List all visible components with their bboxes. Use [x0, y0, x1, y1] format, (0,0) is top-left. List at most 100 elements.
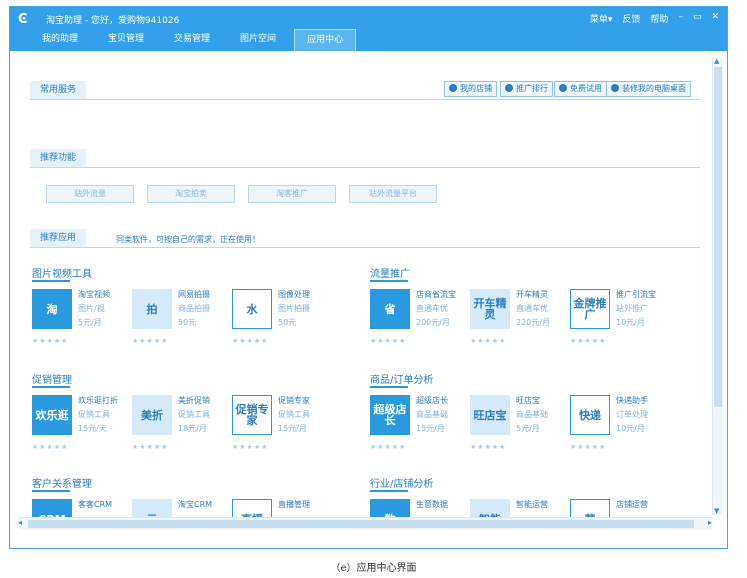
recommended-apps-header: 推荐应用: [30, 229, 87, 247]
app-name[interactable]: 淘宝CRM: [178, 499, 212, 510]
feature-button-1[interactable]: 站外流量: [46, 185, 134, 203]
app-name[interactable]: 图像处理: [278, 289, 310, 300]
tab-app-center[interactable]: 应用中心: [294, 29, 357, 51]
desktop-decor-button[interactable]: 装修我的电脑桌面: [606, 81, 691, 97]
rating-stars-icon: ★★★★★: [232, 337, 269, 345]
app-description: 图片拍摄: [278, 304, 310, 313]
app-name[interactable]: 推广引流宝: [616, 289, 656, 300]
close-icon[interactable]: ✕: [711, 12, 719, 25]
app-name[interactable]: 生意数据: [416, 499, 448, 510]
app-card[interactable]: 拍网易拍摄 商品拍摄 50元 ★★★★★: [132, 289, 232, 353]
rating-stars-icon: ★★★★★: [32, 337, 69, 345]
app-price: 220元/月: [516, 318, 550, 327]
app-card[interactable]: 水图像处理 图片拍摄 50元 ★★★★★: [232, 289, 332, 353]
app-name[interactable]: 美折促销: [178, 395, 210, 406]
app-card[interactable]: 智能智能运营★★★★★: [470, 499, 570, 517]
app-description: 促销工具: [78, 410, 110, 419]
app-name[interactable]: 欢乐逛打折: [78, 395, 118, 406]
app-name[interactable]: 超级店长: [416, 395, 448, 406]
app-icon[interactable]: 智能: [470, 499, 510, 517]
rating-stars-icon: ★★★★★: [32, 443, 69, 451]
tab-image-space[interactable]: 图片空间: [228, 29, 288, 50]
app-name[interactable]: 店铺运营: [616, 499, 648, 510]
app-icon[interactable]: 快递: [570, 395, 610, 435]
category-title: 流量推广: [370, 269, 410, 280]
app-icon[interactable]: 淘: [32, 289, 72, 329]
app-icon[interactable]: 超级店长: [370, 395, 410, 435]
app-name[interactable]: 直播管理: [278, 499, 310, 510]
help-button[interactable]: 帮助: [650, 12, 668, 25]
app-name[interactable]: 淘宝视频: [78, 289, 110, 300]
app-icon[interactable]: 省: [370, 289, 410, 329]
app-icon[interactable]: 促销专家: [232, 395, 272, 435]
app-card[interactable]: 快递 快递助手 订单处理 10元/月 ★★★★★: [570, 395, 670, 459]
app-card[interactable]: 省店商省流宝 直通车优 200元/月 ★★★★★: [370, 289, 470, 353]
app-card[interactable]: 开车精灵 开车精灵 直通车优 220元/月 ★★★★★: [470, 289, 570, 353]
app-icon[interactable]: 金牌推广: [570, 289, 610, 329]
app-card[interactable]: CRM客客CRM★★★★★: [32, 499, 132, 517]
tab-item-management[interactable]: 宝贝管理: [96, 29, 156, 50]
free-trial-button[interactable]: 免费试用: [554, 81, 607, 97]
rating-stars-icon: ★★★★★: [370, 443, 407, 451]
promo-rank-button[interactable]: 推广排行: [500, 81, 553, 97]
tab-my-assistant[interactable]: 我的助理: [30, 29, 90, 50]
app-icon[interactable]: 营: [570, 499, 610, 517]
rating-stars-icon: ★★★★★: [232, 443, 269, 451]
scroll-left-icon[interactable]: ◂: [18, 518, 22, 527]
app-name[interactable]: 促销专家: [278, 395, 310, 406]
feature-button-3[interactable]: 淘客推广: [248, 185, 336, 203]
rank-icon: [505, 84, 513, 92]
app-card[interactable]: 数生意数据★★★★★: [370, 499, 470, 517]
vertical-scrollbar[interactable]: ▲ ▼: [712, 57, 723, 515]
app-card[interactable]: 超级店长 超级店长 商品基础 15元/月 ★★★★★: [370, 395, 470, 459]
app-name[interactable]: 开车精灵: [516, 289, 548, 300]
recommended-features-header: 推荐功能: [30, 149, 87, 167]
horizontal-scrollbar[interactable]: ◂ ▸: [18, 517, 712, 530]
app-card[interactable]: 欢乐逛 欢乐逛打折 促销工具 15元/天 ★★★★★: [32, 395, 132, 459]
my-shop-button[interactable]: 我的店铺: [444, 81, 497, 97]
app-icon[interactable]: 水: [232, 289, 272, 329]
app-description: 图片/视: [78, 304, 105, 313]
trial-icon: [559, 84, 567, 92]
feature-button-4[interactable]: 站外流量平台: [349, 185, 437, 203]
minimize-icon[interactable]: –: [678, 12, 683, 25]
app-card[interactable]: 云淘宝CRM★★★★★: [132, 499, 232, 517]
app-icon[interactable]: 开车精灵: [470, 289, 510, 329]
vertical-scroll-thumb[interactable]: [714, 67, 722, 407]
scroll-up-icon[interactable]: ▲: [714, 57, 719, 65]
app-name[interactable]: 旺店宝: [516, 395, 540, 406]
app-icon[interactable]: 拍: [132, 289, 172, 329]
app-price: 50元: [178, 318, 197, 327]
horizontal-scroll-thumb[interactable]: [28, 520, 694, 528]
maximize-icon[interactable]: ▭: [693, 12, 702, 25]
app-card[interactable]: 金牌推广 推广引流宝 站外推广 10元/月 ★★★★★: [570, 289, 670, 353]
app-card[interactable]: 营店铺运营★★★★★: [570, 499, 670, 517]
app-card[interactable]: 淘淘宝视频图片/视 5元/月 ★★★★★: [32, 289, 132, 353]
app-price: 5元/月: [78, 318, 102, 327]
recommended-apps-note: 同类软件，可按自己的需求，正在使用！: [116, 235, 260, 244]
app-icon[interactable]: 欢乐逛: [32, 395, 72, 435]
app-icon[interactable]: CRM: [32, 499, 72, 517]
app-icon[interactable]: 旺店宝: [470, 395, 510, 435]
feature-button-2[interactable]: 淘宝拍卖: [147, 185, 235, 203]
menu-button[interactable]: 菜单▾: [590, 12, 613, 25]
app-name[interactable]: 智能运营: [516, 499, 548, 510]
app-description: 促销工具: [278, 410, 310, 419]
feedback-button[interactable]: 反馈: [622, 12, 640, 25]
app-icon[interactable]: 直播: [232, 499, 272, 517]
scroll-right-icon[interactable]: ▸: [708, 518, 712, 527]
app-name[interactable]: 店商省流宝: [416, 289, 456, 300]
app-name[interactable]: 网易拍摄: [178, 289, 210, 300]
app-icon[interactable]: 数: [370, 499, 410, 517]
app-card[interactable]: 美折 美折促销 促销工具 18元/月 ★★★★★: [132, 395, 232, 459]
app-icon[interactable]: 美折: [132, 395, 172, 435]
app-card[interactable]: 促销专家 促销专家 促销工具 15元/月 ★★★★★: [232, 395, 332, 459]
app-card[interactable]: 旺店宝 旺店宝 商品基础 5元/月 ★★★★★: [470, 395, 570, 459]
app-card[interactable]: 直播直播管理★★★★★: [232, 499, 332, 517]
app-window: Ͼ 淘宝助理 - 您好，爱购物941026 菜单▾ 反馈 帮助 – ▭ ✕ 我的…: [9, 6, 728, 549]
app-icon[interactable]: 云: [132, 499, 172, 517]
app-name[interactable]: 快递助手: [616, 395, 648, 406]
tab-trade-management[interactable]: 交易管理: [162, 29, 222, 50]
scroll-down-icon[interactable]: ▼: [714, 507, 719, 515]
app-name[interactable]: 客客CRM: [78, 499, 112, 510]
